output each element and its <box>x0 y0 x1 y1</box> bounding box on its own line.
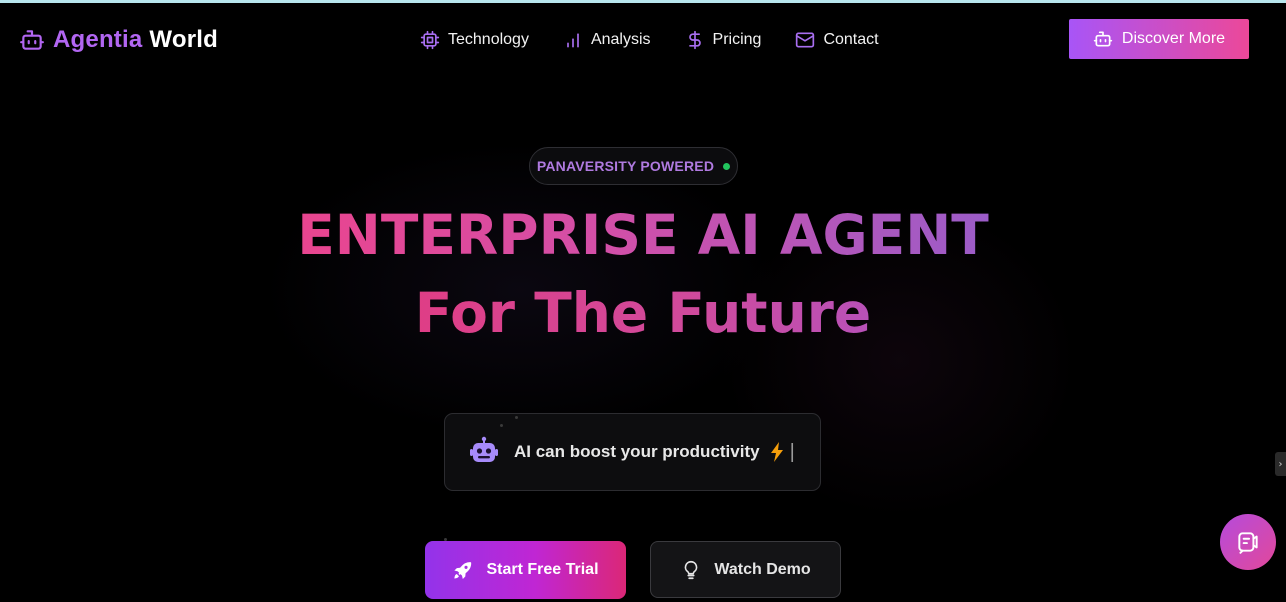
nav-item-contact[interactable]: Contact <box>795 30 879 50</box>
nav-item-analysis[interactable]: Analysis <box>563 30 651 50</box>
robot-icon <box>470 436 498 462</box>
nav-label: Technology <box>448 31 529 48</box>
brand-name-secondary: World <box>149 26 218 53</box>
nav-item-technology[interactable]: Technology <box>420 30 529 50</box>
powered-badge: PANAVERSITY POWERED <box>529 147 738 185</box>
top-border-line <box>0 0 1286 3</box>
nav-label: Pricing <box>712 31 762 48</box>
nav-label: Contact <box>823 31 879 48</box>
start-free-trial-label: Start Free Trial <box>486 561 599 578</box>
discover-more-button[interactable]: Discover More <box>1069 19 1249 59</box>
discover-more-label: Discover More <box>1121 30 1226 47</box>
robot-icon <box>20 30 44 50</box>
headline-line-1: ENTERPRISE AI AGENT <box>297 203 989 267</box>
typing-cursor: | <box>789 440 795 463</box>
hero-headline: ENTERPRISE AI AGENT <box>0 200 1286 270</box>
hero-subheadline: For The Future <box>0 278 1286 348</box>
bar-chart-icon <box>567 33 579 48</box>
start-free-trial-button[interactable]: Start Free Trial <box>425 541 626 599</box>
nav-label: Analysis <box>590 31 651 48</box>
chip-icon <box>420 30 440 50</box>
robot-icon <box>1093 31 1113 47</box>
lightning-icon <box>770 442 783 462</box>
watch-demo-button[interactable]: Watch Demo <box>650 541 841 598</box>
brand-logo[interactable]: Agentia World <box>19 24 218 56</box>
chat-widget-button[interactable] <box>1220 514 1276 570</box>
rocket-icon <box>454 562 472 579</box>
nav-item-pricing[interactable]: Pricing <box>685 30 762 50</box>
lightbulb-icon <box>684 560 698 579</box>
dollar-icon <box>688 30 701 50</box>
mail-icon <box>796 32 815 48</box>
badge-text: PANAVERSITY POWERED <box>536 158 715 174</box>
headline-line-2: For The Future <box>414 281 872 345</box>
typing-text: AI can boost your productivity <box>514 442 760 461</box>
chat-bot-icon <box>1238 532 1258 554</box>
side-panel-toggle[interactable]: › <box>1275 452 1286 476</box>
brand-name-primary: Agentia <box>53 26 143 53</box>
main-nav: Technology Analysis Pricing Contact <box>420 27 879 53</box>
landing-page: Agentia World Technology Analysis Pricin… <box>0 0 1286 602</box>
decorative-particle <box>515 416 518 419</box>
status-dot <box>723 162 731 170</box>
chevron-right-icon: › <box>1278 458 1283 470</box>
decorative-particle <box>500 424 503 427</box>
watch-demo-label: Watch Demo <box>714 560 811 578</box>
